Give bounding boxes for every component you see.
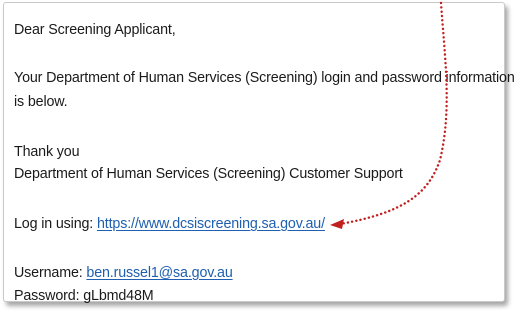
username-line: Username: ben.russel1@sa.gov.au	[14, 265, 233, 281]
thanks-text: Thank you	[14, 144, 80, 160]
login-label: Log in using:	[14, 216, 97, 232]
password-value: gLbmd48M	[83, 288, 154, 304]
greeting-text: Dear Screening Applicant,	[14, 22, 176, 38]
username-label: Username:	[14, 265, 87, 281]
login-url-link[interactable]: https://www.dcsiscreening.sa.gov.au/	[97, 216, 325, 232]
signature-text: Department of Human Services (Screening)…	[14, 166, 403, 182]
intro-text-line-2: is below.	[14, 94, 68, 110]
email-screenshot-frame: Dear Screening Applicant, Your Departmen…	[3, 2, 514, 304]
password-label: Password:	[14, 288, 84, 304]
username-email-link[interactable]: ben.russel1@sa.gov.au	[86, 265, 232, 281]
password-line: Password: gLbmd48M	[14, 288, 154, 304]
intro-text-line-1: Your Department of Human Services (Scree…	[14, 70, 514, 86]
login-line: Log in using: https://www.dcsiscreening.…	[14, 216, 325, 232]
